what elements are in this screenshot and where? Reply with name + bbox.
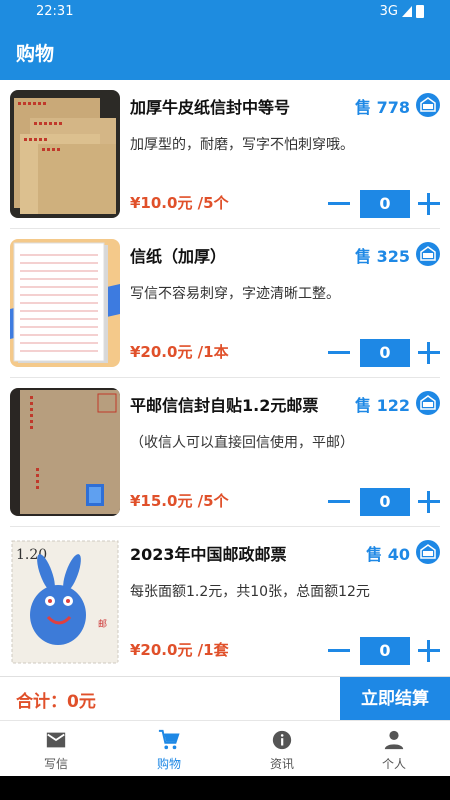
quantity-value[interactable]: 0 — [360, 190, 410, 218]
product-image-rabbit-stamp: 1.20 邮 — [10, 537, 120, 665]
nav-item-news[interactable]: 资讯 — [226, 721, 338, 777]
product-item[interactable]: 平邮信信封自贴1.2元邮票 售 122 （收信人可以直接回信使用，平邮） ¥15… — [0, 378, 450, 526]
product-image-letter-paper — [10, 239, 120, 367]
total-amount: 合计：0元 — [16, 692, 96, 712]
nav-label: 资讯 — [269, 757, 294, 771]
increase-quantity-button[interactable] — [416, 638, 442, 664]
product-price: ¥10.0元 /5个 — [130, 194, 229, 212]
battery-icon — [416, 5, 424, 18]
sale-tag-icon — [416, 391, 440, 415]
status-bar: 22:31 3G — [0, 0, 450, 24]
mail-icon — [46, 732, 66, 748]
nav-label: 写信 — [43, 757, 68, 771]
sold-count: 售 122 — [355, 396, 410, 415]
decrease-quantity-button[interactable] — [326, 638, 352, 664]
status-time: 22:31 — [36, 4, 74, 19]
sold-count: 售 40 — [366, 545, 410, 564]
decrease-quantity-button[interactable] — [326, 191, 352, 217]
nav-item-profile[interactable]: 个人 — [338, 721, 450, 777]
sale-tag-icon — [416, 540, 440, 564]
product-item[interactable]: 1.20 邮 2023年中国邮政邮票 售 40 每张面额1.2元，共10张，总面… — [0, 527, 450, 675]
nav-label: 购物 — [156, 757, 181, 771]
checkout-bar: 合计：0元 立即结算 — [0, 676, 450, 721]
increase-quantity-button[interactable] — [416, 489, 442, 515]
product-name: 2023年中国邮政邮票 — [130, 545, 287, 564]
status-icons: 3G — [380, 4, 424, 19]
product-name: 平邮信信封自贴1.2元邮票 — [130, 396, 319, 415]
nav-label: 个人 — [381, 757, 406, 771]
product-price: ¥20.0元 /1套 — [130, 641, 229, 659]
sold-count: 售 325 — [355, 247, 410, 266]
quantity-value[interactable]: 0 — [360, 488, 410, 516]
product-price: ¥20.0元 /1本 — [130, 343, 229, 361]
product-description: （收信人可以直接回信使用，平邮） — [130, 435, 354, 451]
decrease-quantity-button[interactable] — [326, 340, 352, 366]
sale-tag-icon — [416, 93, 440, 117]
product-item[interactable]: 加厚牛皮纸信封中等号 售 778 加厚型的，耐磨，写字不怕刺穿哦。 ¥10.0元… — [0, 80, 450, 228]
decrease-quantity-button[interactable] — [326, 489, 352, 515]
product-item[interactable]: 信纸（加厚） 售 325 写信不容易刺穿，字迹清晰工整。 ¥20.0元 /1本 … — [0, 229, 450, 377]
product-price: ¥15.0元 /5个 — [130, 492, 229, 510]
network-label: 3G — [379, 4, 398, 19]
bottom-navigation: 写信 购物 资讯 个人 — [0, 720, 450, 777]
signal-icon — [402, 6, 412, 17]
person-icon — [384, 730, 404, 750]
info-icon — [272, 730, 292, 750]
product-image-stamped-envelope — [10, 388, 120, 516]
nav-item-write[interactable]: 写信 — [0, 721, 112, 777]
product-name: 加厚牛皮纸信封中等号 — [130, 98, 291, 117]
sold-count: 售 778 — [355, 98, 410, 117]
quantity-value[interactable]: 0 — [360, 637, 410, 665]
sale-tag-icon — [416, 242, 440, 266]
nav-item-shopping[interactable]: 购物 — [113, 721, 225, 777]
quantity-value[interactable]: 0 — [360, 339, 410, 367]
svg-text:邮: 邮 — [98, 618, 107, 630]
product-name: 信纸（加厚） — [130, 247, 227, 266]
product-description: 写信不容易刺穿，字迹清晰工整。 — [130, 286, 340, 302]
product-description: 加厚型的，耐磨，写字不怕刺穿哦。 — [130, 137, 354, 153]
increase-quantity-button[interactable] — [416, 340, 442, 366]
system-navigation-bar — [0, 776, 450, 800]
product-description: 每张面额1.2元，共10张，总面额12元 — [130, 584, 370, 600]
increase-quantity-button[interactable] — [416, 191, 442, 217]
page-title: 购物 — [16, 43, 55, 65]
checkout-button[interactable]: 立即结算 — [340, 677, 450, 721]
cart-icon — [158, 729, 180, 750]
app-bar: 购物 — [0, 24, 450, 80]
product-image-envelopes — [10, 90, 120, 218]
